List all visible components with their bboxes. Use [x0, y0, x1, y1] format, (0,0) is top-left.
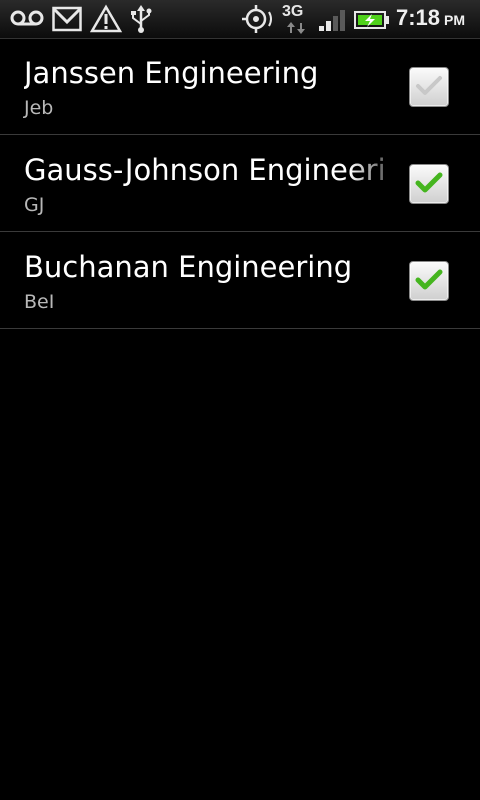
engineering-list: Janssen Engineering Jeb Gauss-Johnson En…: [0, 38, 480, 329]
voicemail-icon: [10, 9, 44, 39]
checkmark-icon: [416, 76, 442, 95]
list-item-subtitle: GJ: [24, 194, 45, 216]
list-item[interactable]: Gauss-Johnson Engineering GJ: [0, 135, 480, 232]
list-item-title: Janssen Engineering: [24, 56, 319, 90]
usb-icon: [128, 4, 154, 34]
clock-ampm: PM: [444, 12, 466, 28]
gps-icon: [240, 4, 276, 34]
clock-time: 7:18: [396, 5, 441, 30]
list-item-subtitle: Jeb: [24, 97, 54, 119]
status-bar: 3G 7:18 PM: [0, 0, 480, 39]
clock: 7:18 PM: [396, 5, 465, 31]
checkmark-icon: [415, 269, 443, 290]
gmail-icon: [52, 6, 82, 36]
network-activity-icon: [286, 20, 306, 39]
checkbox-unchecked[interactable]: [409, 67, 449, 107]
list-item[interactable]: Buchanan Engineering BeI: [0, 232, 480, 329]
warning-icon: [90, 4, 122, 34]
list-item[interactable]: Janssen Engineering Jeb: [0, 38, 480, 135]
checkbox-checked[interactable]: [409, 261, 449, 301]
battery-charging-icon: [354, 10, 390, 40]
list-item-title: Buchanan Engineering: [24, 250, 353, 284]
checkbox-checked[interactable]: [409, 164, 449, 204]
list-item-title: Gauss-Johnson Engineering: [24, 153, 386, 187]
signal-icon: [318, 8, 348, 38]
checkmark-icon: [415, 172, 443, 193]
network-type-label: 3G: [282, 3, 304, 20]
list-item-subtitle: BeI: [24, 291, 55, 313]
